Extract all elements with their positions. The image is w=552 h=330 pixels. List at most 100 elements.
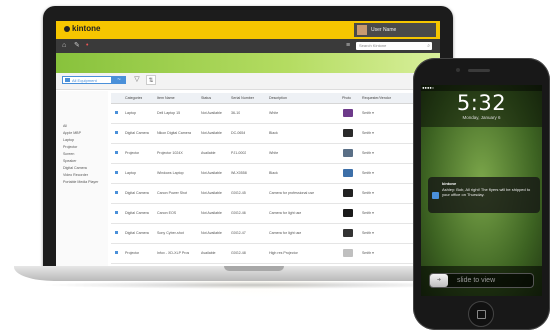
graph-button[interactable]: ~ xyxy=(112,76,126,84)
table-cell-category: Digital Camera xyxy=(125,191,149,195)
column-header[interactable]: Categories xyxy=(125,93,142,103)
user-name: User Name xyxy=(371,27,397,33)
table-cell-description: Black xyxy=(269,131,278,135)
sidebar-item-projector[interactable]: Projector xyxy=(63,145,77,149)
table-row[interactable]: Digital Camera Canon EOS Not Available G0G2… xyxy=(111,203,440,224)
column-header[interactable]: Photo xyxy=(342,93,351,103)
search-input[interactable]: Search Kintone ⌕ xyxy=(356,42,432,50)
table-cell-item: Windows Laptop xyxy=(157,171,184,175)
column-header[interactable]: Status xyxy=(201,93,211,103)
table-cell-requester[interactable]: Smith ▾ xyxy=(362,203,374,223)
notification-text: Ashley: Bob, All right! The flyers will … xyxy=(442,187,531,198)
table-cell-serial: PJ1-0002 xyxy=(231,151,247,155)
sidebar-item-laptop[interactable]: Laptop xyxy=(63,138,74,142)
item-photo[interactable] xyxy=(343,109,353,117)
sidebar-item-portable-media-player[interactable]: Portable Media Player xyxy=(63,180,98,184)
options-icon[interactable]: ⇅ xyxy=(146,75,156,85)
table-cell-requester[interactable]: Smith ▾ xyxy=(362,243,374,263)
table-row[interactable]: Digital Camera Canon Power Shot Not Availa… xyxy=(111,183,440,204)
column-header[interactable]: Requester/Vendor xyxy=(362,93,391,103)
front-camera xyxy=(456,68,460,72)
table-cell-description: High res Projector xyxy=(269,251,298,255)
notification-icon[interactable]: • xyxy=(86,42,93,49)
table-cell-status: Not Available xyxy=(201,191,222,195)
item-photo[interactable] xyxy=(343,189,353,197)
table-cell-requester[interactable]: Smith ▾ xyxy=(362,183,374,203)
table-cell-description: Camera for light use xyxy=(269,211,302,215)
table-cell-requester[interactable]: Smith ▾ xyxy=(362,223,374,243)
table-cell-item: Nikon Digital Camera xyxy=(157,131,191,135)
search-icon[interactable]: ⌕ xyxy=(427,42,430,50)
table-cell-serial: G0G2-48 xyxy=(231,251,246,255)
table-cell-description: Camera for professional use xyxy=(269,191,315,195)
record-link-icon[interactable] xyxy=(115,131,118,134)
record-link-icon[interactable] xyxy=(115,151,118,154)
table-cell-requester[interactable]: Smith ▾ xyxy=(362,163,374,183)
item-photo[interactable] xyxy=(343,209,353,217)
table-cell-status: Not Available xyxy=(201,231,222,235)
unlock-slider-knob[interactable]: ➜ xyxy=(430,274,448,287)
table-cell-status: Not Available xyxy=(201,211,222,215)
table-cell-requester[interactable]: Smith ▾ xyxy=(362,143,374,163)
sidebar-item-screen[interactable]: Screen xyxy=(63,152,74,156)
item-photo[interactable] xyxy=(343,229,353,237)
table-cell-description: Camera for light use xyxy=(269,231,302,235)
item-photo[interactable] xyxy=(343,249,353,257)
item-photo[interactable] xyxy=(343,169,353,177)
record-link-icon[interactable] xyxy=(115,191,118,194)
table-row[interactable]: Digital Camera Nikon Digital Camera Not Av… xyxy=(111,123,440,144)
table-cell-category: Laptop xyxy=(125,111,136,115)
item-photo[interactable] xyxy=(343,149,353,157)
sidebar-item-video-recorder[interactable]: Video Recorder xyxy=(63,173,88,177)
menu-icon[interactable]: ≡ xyxy=(346,42,353,49)
table-cell-requester[interactable]: Smith ▾ xyxy=(362,103,374,123)
table-cell-serial: G0G2-47 xyxy=(231,231,246,235)
table-cell-serial: WLX0558 xyxy=(231,171,247,175)
item-photo[interactable] xyxy=(343,129,353,137)
unlock-bar: ➜ slide to view xyxy=(421,266,542,296)
table-row[interactable]: Digital Camera Sony Cyber-shot Not Availab… xyxy=(111,223,440,244)
record-link-icon[interactable] xyxy=(115,251,118,254)
laptop-shadow xyxy=(40,281,470,289)
sidebar-item-speaker[interactable]: Speaker xyxy=(63,159,76,163)
sidebar-item-apple-mbp[interactable]: Apple MBP xyxy=(63,131,81,135)
logo-icon xyxy=(64,25,70,32)
table-row[interactable]: Projector Infox - XD-XLP Pros Available G0G… xyxy=(111,243,440,264)
home-icon[interactable]: ⌂ xyxy=(62,42,69,49)
sidebar-item-all[interactable]: All xyxy=(63,124,67,128)
table-cell-status: Not Available xyxy=(201,131,222,135)
table-cell-requester[interactable]: Smith ▾ xyxy=(362,123,374,143)
table-cell-serial: G0G2-46 xyxy=(231,211,246,215)
app-banner xyxy=(56,53,440,73)
view-selector[interactable]: All Equipment xyxy=(62,76,112,84)
app-header: kintone User Name xyxy=(56,21,440,39)
edit-icon[interactable]: ✎ xyxy=(74,42,81,49)
column-header[interactable]: Serial Number xyxy=(231,93,254,103)
avatar xyxy=(357,25,367,35)
record-link-icon[interactable] xyxy=(115,231,118,234)
column-header[interactable]: Item Name xyxy=(157,93,175,103)
clock-panel: 5:32 Monday, January 6 xyxy=(421,91,542,127)
user-menu[interactable]: User Name xyxy=(354,23,436,37)
record-link-icon[interactable] xyxy=(115,111,118,114)
table-cell-item: Canon EOS xyxy=(157,211,177,215)
filter-icon[interactable]: ▽ xyxy=(132,75,142,85)
table-cell-category: Laptop xyxy=(125,171,136,175)
record-link-icon[interactable] xyxy=(115,211,118,214)
app-logo[interactable]: kintone xyxy=(64,24,100,33)
table-row[interactable]: Laptop Dell Laptop 15 Not Available 36-10 Wh… xyxy=(111,103,440,124)
push-notification[interactable]: kintone Ashley: Bob, All right! The flye… xyxy=(428,177,540,213)
lock-date: Monday, January 6 xyxy=(462,115,501,120)
table-cell-category: Digital Camera xyxy=(125,131,149,135)
sidebar: All Apple MBP Laptop Projector Screen Sp… xyxy=(56,91,108,266)
table-row[interactable]: Laptop Windows Laptop Not Available WLX0558… xyxy=(111,163,440,184)
app-icon xyxy=(432,192,439,199)
record-link-icon[interactable] xyxy=(115,171,118,174)
column-header[interactable]: Description xyxy=(269,93,287,103)
home-button[interactable] xyxy=(468,301,494,327)
earpiece xyxy=(468,69,490,72)
table-row[interactable]: Projector Projector 1024X Available PJ1-000… xyxy=(111,143,440,164)
sidebar-item-digital-camera[interactable]: Digital Camera xyxy=(63,166,87,170)
toolbar: ⌂ ✎ • ≡ ⚙ Search Kintone⌕ xyxy=(56,39,440,53)
table-cell-serial: G0G2-45 xyxy=(231,191,246,195)
